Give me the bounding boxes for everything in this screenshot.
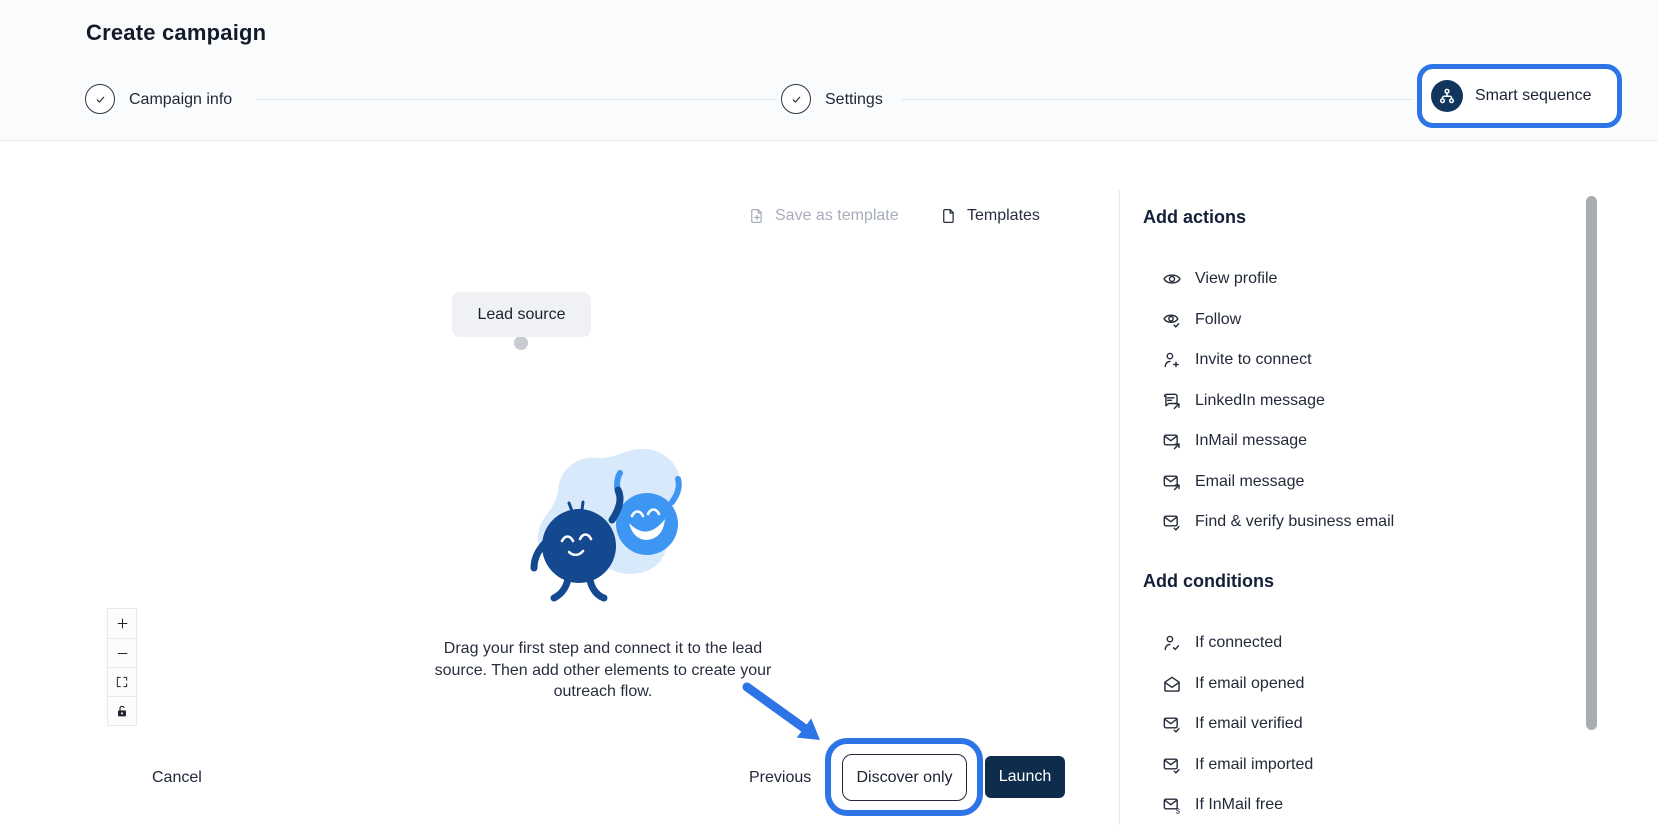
lead-source-node[interactable]: Lead source — [452, 292, 591, 337]
zoom-out-button[interactable] — [108, 638, 136, 667]
page-title: Create campaign — [86, 20, 266, 46]
templates-label: Templates — [967, 207, 1040, 225]
action-label: Find & verify business email — [1195, 513, 1394, 531]
create-campaign-screen: Create campaign Campaign info Settings S… — [0, 0, 1658, 839]
zoom-in-button[interactable] — [108, 609, 136, 638]
envelope-check-icon — [1162, 714, 1182, 734]
person-plus-icon — [1162, 350, 1182, 370]
action-label: InMail message — [1195, 432, 1307, 450]
file-icon — [940, 207, 958, 225]
add-conditions-title: Add conditions — [1143, 571, 1274, 592]
condition-label: If email verified — [1195, 715, 1303, 733]
lock-button[interactable] — [108, 696, 136, 725]
actions-list: View profile Follow Invite to connect Li… — [1143, 259, 1543, 543]
envelope-open-icon — [1162, 674, 1182, 694]
stepper-connector — [902, 99, 1413, 100]
check-circle-icon — [92, 91, 109, 108]
chat-send-icon — [1162, 391, 1182, 411]
condition-item-if-inmail-free[interactable]: If InMail free — [1143, 785, 1543, 826]
action-item-find-verify-business-email[interactable]: Find & verify business email — [1143, 502, 1543, 543]
action-item-follow[interactable]: Follow — [1143, 300, 1543, 341]
action-label: Invite to connect — [1195, 351, 1312, 369]
fullscreen-icon — [115, 675, 129, 689]
step-campaign-info-check — [85, 84, 115, 114]
envelope-send-icon — [1162, 472, 1182, 492]
condition-label: If InMail free — [1195, 796, 1283, 814]
step-smart-sequence-label: Smart sequence — [1475, 87, 1592, 105]
condition-item-if-email-imported[interactable]: If email imported — [1143, 745, 1543, 786]
action-item-linkedin-message[interactable]: LinkedIn message — [1143, 381, 1543, 422]
sequence-icon — [1431, 80, 1463, 112]
eye-icon — [1162, 269, 1182, 289]
templates-button[interactable]: Templates — [940, 207, 1040, 225]
add-actions-title: Add actions — [1143, 207, 1246, 228]
previous-button[interactable]: Previous — [749, 769, 811, 787]
step-settings-label[interactable]: Settings — [825, 91, 883, 109]
stepper-connector — [256, 99, 778, 100]
save-as-template-label: Save as template — [775, 207, 899, 225]
check-circle-icon — [788, 91, 805, 108]
fit-view-button[interactable] — [108, 667, 136, 696]
condition-label: If connected — [1195, 634, 1282, 652]
action-item-inmail-message[interactable]: InMail message — [1143, 421, 1543, 462]
plus-icon — [115, 616, 130, 631]
action-label: View profile — [1195, 270, 1277, 288]
cancel-button[interactable]: Cancel — [152, 769, 202, 787]
action-item-view-profile[interactable]: View profile — [1143, 259, 1543, 300]
minus-icon — [115, 646, 130, 661]
action-label: Follow — [1195, 311, 1241, 329]
condition-item-if-connected[interactable]: If connected — [1143, 623, 1543, 664]
condition-label: If email opened — [1195, 675, 1304, 693]
canvas-zoom-controls — [107, 608, 137, 726]
save-as-template-button[interactable]: Save as template — [748, 207, 899, 225]
lock-icon — [114, 703, 130, 719]
file-plus-icon — [748, 207, 766, 225]
conditions-list: If connected If email opened If email ve… — [1143, 623, 1543, 826]
envelope-send-icon — [1162, 431, 1182, 451]
sidebar-scrollbar[interactable] — [1586, 196, 1597, 730]
empty-state-hint: Drag your first step and connect it to t… — [427, 638, 779, 703]
lead-source-connector-dot[interactable] — [514, 336, 528, 350]
envelope-check-icon — [1162, 755, 1182, 775]
person-check-icon — [1162, 633, 1182, 653]
action-label: LinkedIn message — [1195, 392, 1325, 410]
envelope-dollar-icon — [1162, 795, 1182, 815]
condition-item-if-email-opened[interactable]: If email opened — [1143, 664, 1543, 705]
step-campaign-info-label[interactable]: Campaign info — [129, 91, 232, 109]
eye-check-icon — [1162, 310, 1182, 330]
sidebar-divider — [1119, 190, 1120, 825]
empty-state-illustration — [512, 446, 692, 612]
launch-button[interactable]: Launch — [985, 756, 1065, 798]
envelope-check-icon — [1162, 512, 1182, 532]
action-item-invite-to-connect[interactable]: Invite to connect — [1143, 340, 1543, 381]
action-item-email-message[interactable]: Email message — [1143, 462, 1543, 503]
discover-only-button[interactable]: Discover only — [842, 754, 967, 801]
step-smart-sequence-highlight[interactable]: Smart sequence — [1417, 64, 1622, 128]
condition-label: If email imported — [1195, 756, 1313, 774]
action-label: Email message — [1195, 473, 1304, 491]
step-settings-check — [781, 84, 811, 114]
condition-item-if-email-verified[interactable]: If email verified — [1143, 704, 1543, 745]
